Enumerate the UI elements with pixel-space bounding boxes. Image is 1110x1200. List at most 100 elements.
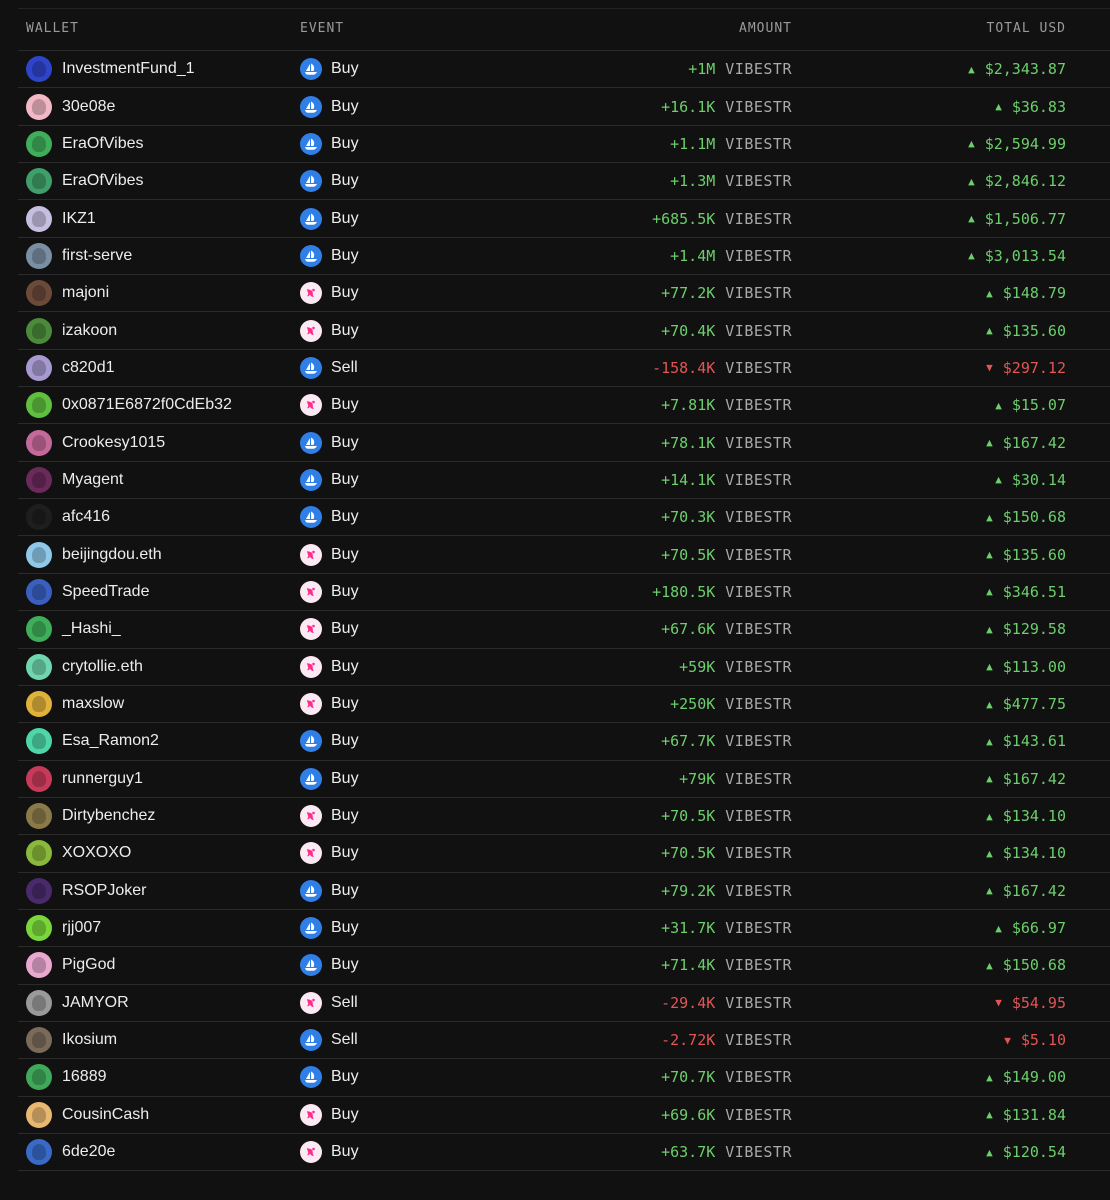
wallet-name[interactable]: c820d1 xyxy=(62,359,115,377)
wallet-cell[interactable]: rjj007 xyxy=(26,910,286,946)
wallet-name[interactable]: Dirtybenchez xyxy=(62,807,155,825)
avatar[interactable] xyxy=(26,803,52,830)
wallet-name[interactable]: 30e08e xyxy=(62,98,115,116)
table-row[interactable]: maxslow Buy +250K VIBESTR ▲ $477.75 xyxy=(18,686,1110,724)
wallet-name[interactable]: IKZ1 xyxy=(62,210,96,228)
wallet-name[interactable]: 0x0871E6872f0CdEb32 xyxy=(62,396,232,414)
wallet-cell[interactable]: Ikosium xyxy=(26,1022,286,1058)
wallet-cell[interactable]: maxslow xyxy=(26,686,286,722)
avatar[interactable] xyxy=(26,877,52,904)
avatar[interactable] xyxy=(26,915,52,942)
table-row[interactable]: afc416 Buy +70.3K VIBESTR ▲ $150.68 xyxy=(18,499,1110,537)
column-header-wallet[interactable]: WALLET xyxy=(26,21,79,36)
column-header-amount[interactable]: AMOUNT xyxy=(739,21,792,36)
column-header-event[interactable]: EVENT xyxy=(300,21,344,36)
wallet-name[interactable]: beijingdou.eth xyxy=(62,546,162,564)
table-row[interactable]: Crookesy1015 Buy +78.1K VIBESTR ▲ $167.42 xyxy=(18,424,1110,462)
avatar[interactable] xyxy=(26,616,52,643)
table-row[interactable]: runnerguy1 Buy +79K VIBESTR ▲ $167.42 xyxy=(18,761,1110,798)
wallet-name[interactable]: izakoon xyxy=(62,322,117,340)
wallet-cell[interactable]: EraOfVibes xyxy=(26,163,286,199)
avatar[interactable] xyxy=(26,242,52,269)
table-row[interactable]: SpeedTrade Buy +180.5K VIBESTR ▲ $346.51 xyxy=(18,574,1110,612)
avatar[interactable] xyxy=(26,354,52,381)
table-row[interactable]: c820d1 Sell -158.4K VIBESTR ▼ $297.12 xyxy=(18,350,1110,388)
wallet-cell[interactable]: Crookesy1015 xyxy=(26,424,286,460)
table-row[interactable]: 6de20e Buy +63.7K VIBESTR ▲ $120.54 xyxy=(18,1134,1110,1172)
wallet-cell[interactable]: CousinCash xyxy=(26,1097,286,1133)
wallet-cell[interactable]: first-serve xyxy=(26,238,286,274)
avatar[interactable] xyxy=(26,93,52,120)
wallet-cell[interactable]: beijingdou.eth xyxy=(26,536,286,572)
avatar[interactable] xyxy=(26,429,52,456)
avatar[interactable] xyxy=(26,168,52,195)
table-row[interactable]: crytollie.eth Buy +59K VIBESTR ▲ $113.00 xyxy=(18,649,1110,686)
table-row[interactable]: _Hashi_ Buy +67.6K VIBESTR ▲ $129.58 xyxy=(18,611,1110,649)
wallet-cell[interactable]: runnerguy1 xyxy=(26,761,286,797)
avatar[interactable] xyxy=(26,765,52,792)
table-row[interactable]: RSOPJoker Buy +79.2K VIBESTR ▲ $167.42 xyxy=(18,873,1110,910)
table-row[interactable]: EraOfVibes Buy +1.1M VIBESTR ▲ $2,594.99 xyxy=(18,126,1110,164)
wallet-cell[interactable]: afc416 xyxy=(26,499,286,535)
wallet-cell[interactable]: c820d1 xyxy=(26,350,286,386)
table-row[interactable]: rjj007 Buy +31.7K VIBESTR ▲ $66.97 xyxy=(18,910,1110,948)
wallet-cell[interactable]: crytollie.eth xyxy=(26,649,286,685)
table-row[interactable]: Dirtybenchez Buy +70.5K VIBESTR ▲ $134.10 xyxy=(18,798,1110,836)
avatar[interactable] xyxy=(26,205,52,232)
wallet-name[interactable]: first-serve xyxy=(62,247,132,265)
wallet-cell[interactable]: izakoon xyxy=(26,312,286,348)
wallet-name[interactable]: RSOPJoker xyxy=(62,882,146,900)
wallet-cell[interactable]: Dirtybenchez xyxy=(26,798,286,834)
wallet-cell[interactable]: majoni xyxy=(26,275,286,311)
wallet-cell[interactable]: 30e08e xyxy=(26,88,286,124)
wallet-cell[interactable]: IKZ1 xyxy=(26,200,286,236)
table-row[interactable]: beijingdou.eth Buy +70.5K VIBESTR ▲ $135.60 xyxy=(18,536,1110,574)
avatar[interactable] xyxy=(26,317,52,344)
table-row[interactable]: InvestmentFund_1 Buy +1M VIBESTR ▲ $2,343.87 xyxy=(18,51,1110,89)
wallet-cell[interactable]: JAMYOR xyxy=(26,985,286,1021)
wallet-cell[interactable]: Esa_Ramon2 xyxy=(26,723,286,759)
wallet-name[interactable]: afc416 xyxy=(62,508,110,526)
table-row[interactable]: 0x0871E6872f0CdEb32 Buy +7.81K VIBESTR ▲ $15.… xyxy=(18,387,1110,425)
avatar[interactable] xyxy=(26,504,52,531)
wallet-name[interactable]: PigGod xyxy=(62,956,115,974)
avatar[interactable] xyxy=(26,1139,52,1166)
wallet-cell[interactable]: 16889 xyxy=(26,1059,286,1095)
table-row[interactable]: IKZ1 Buy +685.5K VIBESTR ▲ $1,506.77 xyxy=(18,200,1110,238)
table-row[interactable]: EraOfVibes Buy +1.3M VIBESTR ▲ $2,846.12 xyxy=(18,163,1110,201)
avatar[interactable] xyxy=(26,130,52,157)
avatar[interactable] xyxy=(26,280,52,307)
avatar[interactable] xyxy=(26,728,52,755)
avatar[interactable] xyxy=(26,1101,52,1128)
wallet-name[interactable]: 16889 xyxy=(62,1068,107,1086)
table-row[interactable]: 30e08e Buy +16.1K VIBESTR ▲ $36.83 xyxy=(18,88,1110,126)
table-row[interactable]: XOXOXO Buy +70.5K VIBESTR ▲ $134.10 xyxy=(18,835,1110,873)
column-header-total-usd[interactable]: TOTAL USD xyxy=(987,21,1066,36)
avatar[interactable] xyxy=(26,691,52,718)
wallet-cell[interactable]: SpeedTrade xyxy=(26,574,286,610)
wallet-name[interactable]: EraOfVibes xyxy=(62,172,144,190)
wallet-name[interactable]: runnerguy1 xyxy=(62,770,143,788)
wallet-cell[interactable]: RSOPJoker xyxy=(26,873,286,909)
wallet-name[interactable]: Esa_Ramon2 xyxy=(62,732,159,750)
table-row[interactable]: Myagent Buy +14.1K VIBESTR ▲ $30.14 xyxy=(18,462,1110,500)
avatar[interactable] xyxy=(26,541,52,568)
wallet-name[interactable]: 6de20e xyxy=(62,1143,115,1161)
avatar[interactable] xyxy=(26,392,52,419)
avatar[interactable] xyxy=(26,578,52,605)
avatar[interactable] xyxy=(26,653,52,680)
wallet-cell[interactable]: Myagent xyxy=(26,462,286,498)
avatar[interactable] xyxy=(26,1064,52,1091)
table-row[interactable]: Esa_Ramon2 Buy +67.7K VIBESTR ▲ $143.61 xyxy=(18,723,1110,761)
table-row[interactable]: PigGod Buy +71.4K VIBESTR ▲ $150.68 xyxy=(18,947,1110,985)
wallet-name[interactable]: EraOfVibes xyxy=(62,135,144,153)
wallet-name[interactable]: Myagent xyxy=(62,471,123,489)
avatar[interactable] xyxy=(26,1027,52,1054)
avatar[interactable] xyxy=(26,952,52,979)
table-row[interactable]: first-serve Buy +1.4M VIBESTR ▲ $3,013.54 xyxy=(18,238,1110,276)
avatar[interactable] xyxy=(26,56,52,83)
wallet-name[interactable]: Crookesy1015 xyxy=(62,434,165,452)
table-row[interactable]: Ikosium Sell -2.72K VIBESTR ▼ $5.10 xyxy=(18,1022,1110,1060)
table-row[interactable]: izakoon Buy +70.4K VIBESTR ▲ $135.60 xyxy=(18,312,1110,350)
wallet-cell[interactable]: EraOfVibes xyxy=(26,126,286,162)
